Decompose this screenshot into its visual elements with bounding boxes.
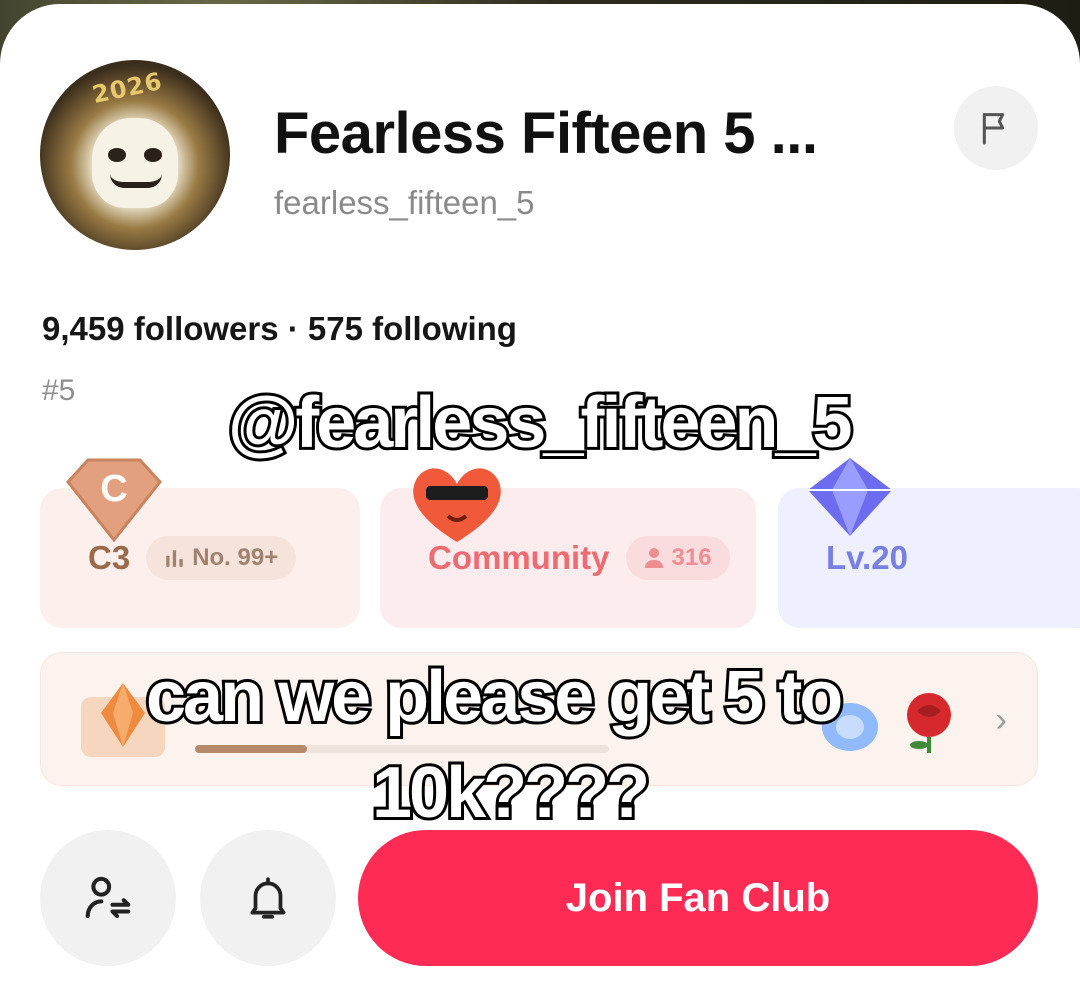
join-fan-club-button[interactable]: Join Fan Club: [358, 830, 1038, 966]
community-members-pill: 316: [625, 536, 730, 580]
avatar[interactable]: 2026: [40, 60, 230, 250]
friends-button[interactable]: [40, 830, 176, 966]
avatar-ghost-figure: [92, 118, 178, 208]
level-label: C3: [88, 539, 131, 576]
caption-line-2: can we please get 5 to: [143, 654, 846, 740]
chevron-right-icon: ›: [995, 701, 1007, 739]
profile-handle: fearless_fifteen_5: [274, 184, 535, 221]
notifications-button[interactable]: [200, 830, 336, 966]
svg-text:C: C: [100, 468, 127, 510]
community-members-count: 316: [671, 544, 712, 571]
profile-title: Fearless Fifteen 5 ...: [274, 101, 818, 166]
report-button[interactable]: [954, 86, 1038, 170]
caption-line-1: @fearless_fifteen_5: [225, 380, 856, 466]
flag-icon: [982, 113, 1005, 145]
rose-icon: [907, 693, 951, 753]
bar-chart-icon: [166, 550, 183, 567]
diamond-icon: [808, 458, 892, 536]
heart-sunglasses-icon: [413, 468, 501, 542]
level-rank-text: No. 99+: [192, 544, 279, 571]
caption-line-3: 10k????: [369, 750, 653, 836]
bell-icon: [250, 877, 286, 919]
user-switch-icon: [85, 876, 131, 919]
level-rank-pill: No. 99+: [146, 536, 297, 580]
profile-card: 2026 Fearless Fifteen 5 ... fearless_fif…: [0, 4, 1080, 1004]
person-icon: [644, 548, 663, 568]
fan-club-progress-fill: [195, 745, 307, 753]
lv-label: Lv.20: [826, 539, 908, 576]
follow-stats[interactable]: 9,459 followers · 575 following: [42, 310, 517, 348]
avatar-year-text: 2026: [89, 66, 165, 110]
rank-tag: #5: [42, 374, 76, 407]
bronze-c-badge-icon: C: [66, 458, 162, 542]
